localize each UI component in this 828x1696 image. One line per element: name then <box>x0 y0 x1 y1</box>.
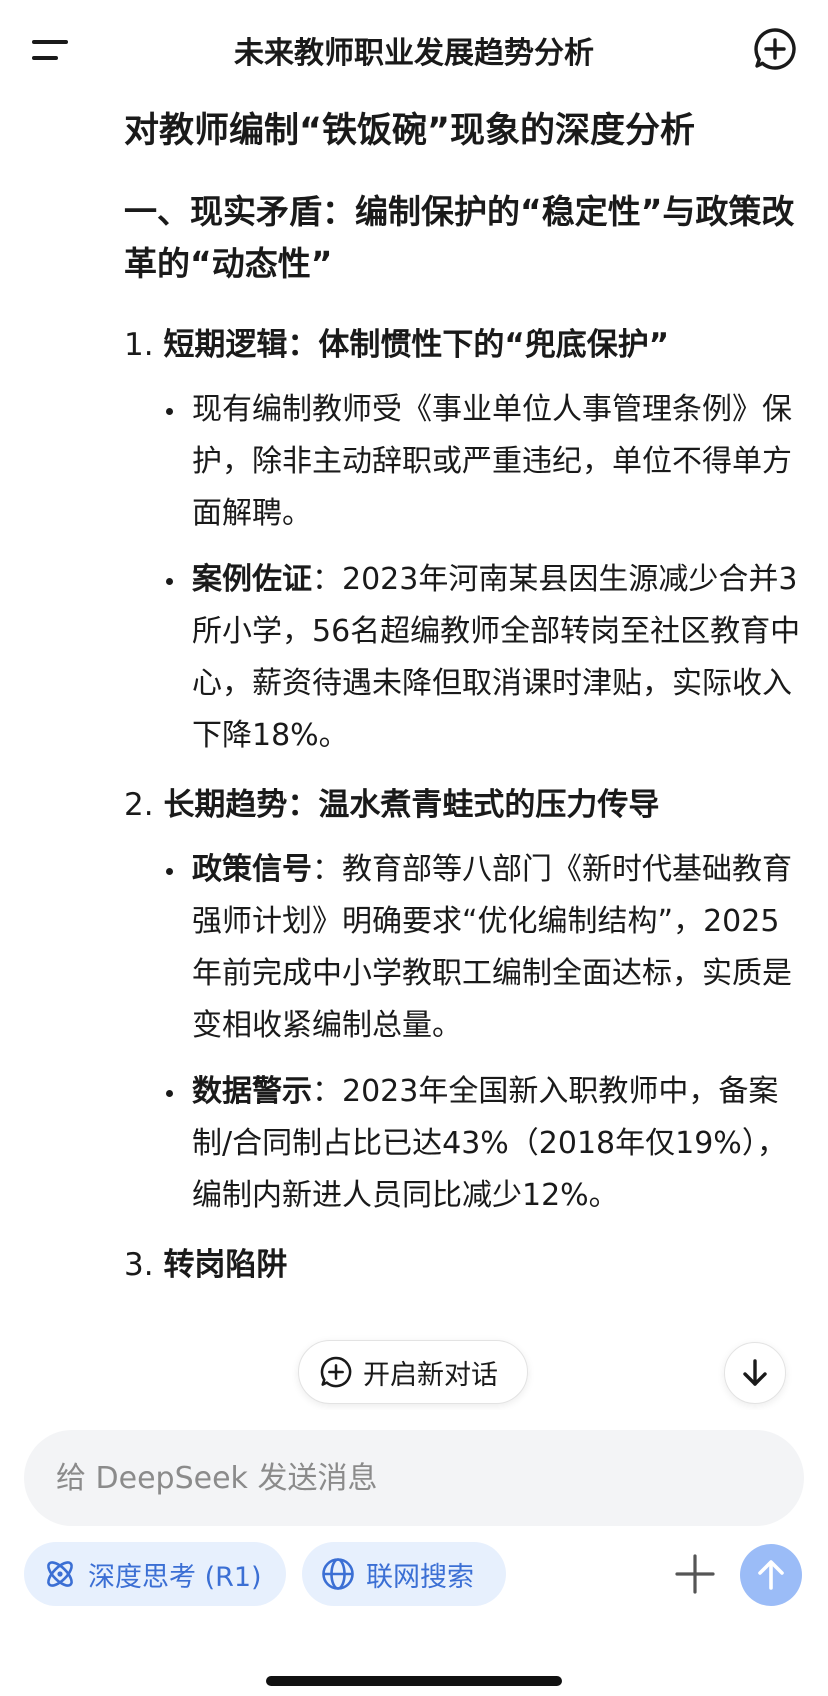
bullet-dot <box>166 578 173 585</box>
scroll-to-bottom-button[interactable] <box>724 1342 786 1404</box>
web-search-label: 联网搜索 <box>366 1561 474 1593</box>
assistant-message: 对教师编制“铁饭碗”现象的深度分析 一、现实矛盾：编制保护的“稳定性”与政策改革… <box>124 100 804 1290</box>
atom-icon <box>47 1561 73 1587</box>
bullet-item: 政策信号：教育部等八部门《新时代基础教育强师计划》明确要求“优化编制结构”，20… <box>124 844 804 1052</box>
bullet-item: 现有编制教师受《事业单位人事管理条例》保护，除非主动辞职或严重违纪，单位不得单方… <box>124 384 804 540</box>
item-number: 3. <box>124 1247 154 1283</box>
composer-panel: 深度思考 (R1) 联网搜索 <box>0 1410 828 1696</box>
send-button[interactable] <box>740 1544 802 1606</box>
web-search-toggle[interactable]: 联网搜索 <box>302 1542 506 1606</box>
section-title: 一、现实矛盾：编制保护的“稳定性”与政策改革的“动态性” <box>124 192 795 283</box>
bullet-item: 数据警示：2023年全国新入职教师中，备案制/合同制占比已达43%（2018年仅… <box>124 1066 804 1222</box>
bullet-bold-label: 数据警示 <box>192 1074 312 1109</box>
conversation-title: 未来教师职业发展趋势分析 <box>234 36 594 71</box>
bullet-text: 现有编制教师受《事业单位人事管理条例》保护，除非主动辞职或严重违纪，单位不得单方… <box>192 392 792 531</box>
deep-think-toggle[interactable]: 深度思考 (R1) <box>24 1542 286 1606</box>
item-title: 长期趋势：温水煮青蛙式的压力传导 <box>163 787 660 823</box>
globe-icon <box>322 1558 354 1590</box>
item-number: 2. <box>124 787 154 823</box>
ordered-item-3: 3. 转岗陷阱 <box>124 1240 804 1290</box>
bullet-dot <box>166 868 173 875</box>
new-chat-button[interactable]: 开启新对话 <box>298 1340 528 1404</box>
message-input[interactable] <box>24 1430 804 1526</box>
bullet-dot <box>166 408 173 415</box>
top-bar: 未来教师职业发展趋势分析 <box>0 0 828 100</box>
item-title: 转岗陷阱 <box>163 1247 288 1283</box>
deep-think-label: 深度思考 (R1) <box>88 1561 262 1593</box>
item-number: 1. <box>124 327 154 363</box>
attach-plus-icon[interactable] <box>670 1546 720 1602</box>
bullet-item: 案例佐证：2023年河南某县因生源减少合并3所小学，56名超编教师全部转岗至社区… <box>124 554 804 762</box>
item-title: 短期逻辑：体制惯性下的“兜底保护” <box>163 327 670 363</box>
home-indicator <box>266 1676 562 1686</box>
bullet-bold-label: 案例佐证 <box>192 562 312 597</box>
bullet-dot <box>166 1090 173 1097</box>
new-chat-icon[interactable] <box>752 26 798 72</box>
new-chat-icon <box>320 1356 352 1388</box>
new-chat-label: 开启新对话 <box>363 1359 498 1391</box>
ordered-item-2: 2. 长期趋势：温水煮青蛙式的压力传导 <box>124 780 804 830</box>
arrow-down-icon <box>743 1359 767 1386</box>
bullet-bold-label: 政策信号 <box>192 852 312 887</box>
ordered-item-1: 1. 短期逻辑：体制惯性下的“兜底保护” <box>124 320 804 370</box>
arrow-up-icon <box>758 1560 784 1590</box>
article-heading: 对教师编制“铁饭碗”现象的深度分析 <box>124 111 696 151</box>
